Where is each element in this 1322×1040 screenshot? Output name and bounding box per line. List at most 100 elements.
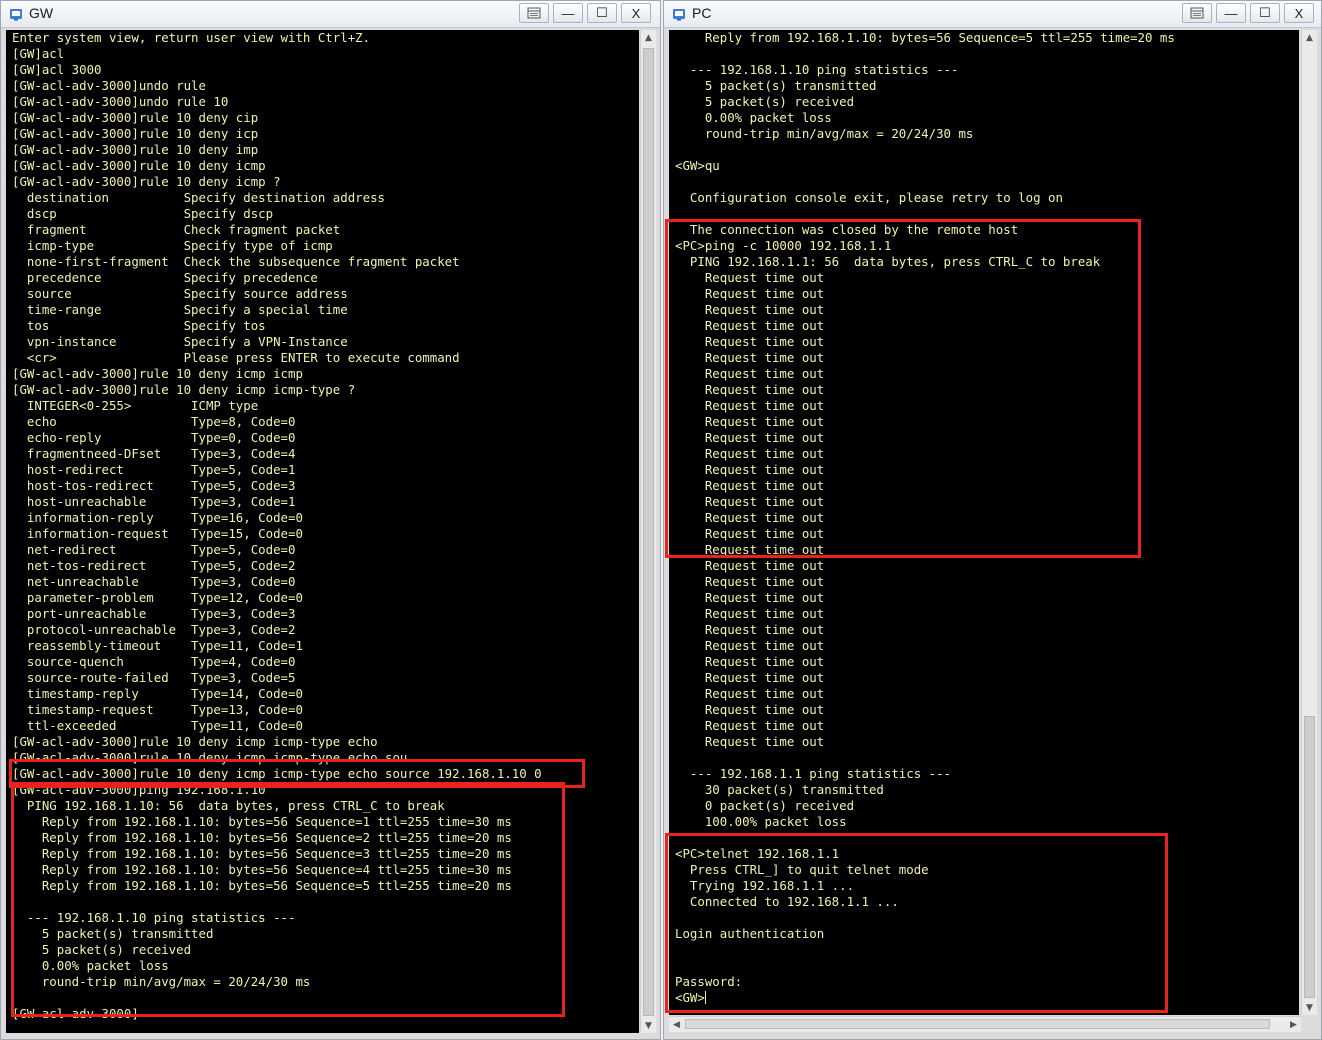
terminal-line: 5 packet(s) received [675,94,855,109]
gw-terminal-window[interactable]: GW — ☐ X Enter system view, return user … [0,0,661,1040]
gw-minimize-button[interactable]: — [553,3,583,23]
gw-titlebar[interactable]: GW — ☐ X [1,1,660,28]
app-terminal-icon [673,9,685,21]
terminal-line: Request time out [675,334,825,349]
pc-horizontal-scrollbar[interactable]: ◀ ▶ [669,1016,1301,1032]
pc-terminal-window[interactable]: PC — ☐ X Reply from 192.168.1.10: bytes=… [663,0,1322,1040]
terminal-line: 5 packet(s) transmitted [675,78,877,93]
terminal-line: Request time out [675,654,825,669]
terminal-line: [GW-acl-adv-3000]rule 10 deny icmp icmp [12,366,303,381]
terminal-line: Request time out [675,526,825,541]
terminal-line: Reply from 192.168.1.10: bytes=56 Sequen… [675,30,1175,45]
pc-maximize-button[interactable]: ☐ [1250,3,1280,23]
scroll-down-arrow-icon[interactable]: ▼ [641,1018,656,1033]
scroll-up-arrow-icon[interactable]: ▲ [1302,30,1317,45]
terminal-line: 30 packet(s) transmitted [675,782,884,797]
terminal-line: Request time out [675,478,825,493]
pc-minimize-button[interactable]: — [1216,3,1246,23]
terminal-line: INTEGER<0-255> ICMP type [12,398,259,413]
terminal-line: Password: [675,974,743,989]
terminal-line: [GW-acl-adv-3000]rule 10 deny icp [12,126,259,141]
terminal-line: 0 packet(s) received [675,798,855,813]
terminal-line: fragmentneed-DFset Type=3, Code=4 [12,446,296,461]
terminal-line: PING 192.168.1.1: 56 data bytes, press C… [675,254,1101,269]
terminal-line: <cr> Please press ENTER to execute comma… [12,350,460,365]
app-terminal-icon [10,9,22,21]
terminal-line: Request time out [675,414,825,429]
terminal-line: destination Specify destination address [12,190,385,205]
terminal-line: Configuration console exit, please retry… [675,190,1063,205]
terminal-line: [GW-acl-adv-3000]rule 10 deny icmp icmp-… [12,750,408,765]
terminal-line: [GW-acl-adv-3000]rule 10 deny cip [12,110,259,125]
terminal-line: Request time out [675,382,825,397]
terminal-line: fragment Check fragment packet [12,222,341,237]
gw-close-button[interactable]: X [621,3,651,23]
gw-vertical-scrollbar[interactable]: ▲ ▼ [640,30,656,1033]
terminal-line: timestamp-request Type=13, Code=0 [12,702,303,717]
scroll-down-arrow-icon[interactable]: ▼ [1302,1000,1317,1015]
terminal-line: vpn-instance Specify a VPN-Instance [12,334,348,349]
terminal-line: [GW-acl-adv-3000]rule 10 deny icmp icmp-… [12,382,356,397]
terminal-line: Reply from 192.168.1.10: bytes=56 Sequen… [12,846,512,861]
terminal-line: Request time out [675,670,825,685]
terminal-line: Reply from 192.168.1.10: bytes=56 Sequen… [12,830,512,845]
terminal-line: host-tos-redirect Type=5, Code=3 [12,478,296,493]
pc-window-title: PC [692,5,712,21]
terminal-line: time-range Specify a special time [12,302,348,317]
terminal-line: --- 192.168.1.1 ping statistics --- [675,766,952,781]
terminal-line: Request time out [675,702,825,717]
terminal-line: PING 192.168.1.10: 56 data bytes, press … [12,798,445,813]
terminal-line: Reply from 192.168.1.10: bytes=56 Sequen… [12,878,512,893]
gw-restore-layout-button[interactable] [519,3,549,23]
terminal-line: Request time out [675,638,825,653]
terminal-line: Request time out [675,542,825,557]
terminal-line: precedence Specify precedence [12,270,318,285]
pc-close-button[interactable]: X [1284,3,1314,23]
terminal-line: [GW]acl 3000 [12,62,102,77]
terminal-line: Request time out [675,686,825,701]
terminal-line: host-unreachable Type=3, Code=1 [12,494,296,509]
pc-terminal-output[interactable]: Reply from 192.168.1.10: bytes=56 Sequen… [669,30,1299,1015]
terminal-line: Enter system view, return user view with… [12,30,371,45]
gw-maximize-button[interactable]: ☐ [587,3,617,23]
terminal-line: [GW]acl [12,46,65,61]
terminal-line: protocol-unreachable Type=3, Code=2 [12,622,296,637]
terminal-line: Request time out [675,606,825,621]
terminal-line: Request time out [675,286,825,301]
terminal-line: Request time out [675,398,825,413]
pc-hscroll-thumb[interactable] [685,1019,1270,1029]
scroll-right-arrow-icon[interactable]: ▶ [1286,1017,1301,1032]
terminal-line: Request time out [675,350,825,365]
pc-titlebar[interactable]: PC — ☐ X [664,1,1321,28]
terminal-line: icmp-type Specify type of icmp [12,238,333,253]
terminal-line: [GW-acl-adv-3000]rule 10 deny icmp icmp-… [12,734,378,749]
terminal-line: --- 192.168.1.10 ping statistics --- [675,62,959,77]
terminal-line: <GW>qu [675,158,720,173]
terminal-line: 5 packet(s) received [12,942,192,957]
scroll-up-arrow-icon[interactable]: ▲ [641,30,656,45]
pc-restore-layout-button[interactable] [1182,3,1212,23]
terminal-line: Request time out [675,270,825,285]
terminal-line: Trying 192.168.1.1 ... [675,878,855,893]
terminal-line: Request time out [675,734,825,749]
terminal-line: 0.00% packet loss [675,110,832,125]
terminal-line: Reply from 192.168.1.10: bytes=56 Sequen… [12,862,512,877]
terminal-line: round-trip min/avg/max = 20/24/30 ms [675,126,974,141]
terminal-line: echo-reply Type=0, Code=0 [12,430,296,445]
terminal-line: ttl-exceeded Type=11, Code=0 [12,718,303,733]
gw-terminal-output[interactable]: Enter system view, return user view with… [6,30,639,1033]
terminal-line: port-unreachable Type=3, Code=3 [12,606,296,621]
terminal-line: none-first-fragment Check the subsequenc… [12,254,460,269]
window-list-icon [1190,7,1204,19]
terminal-line: dscp Specify dscp [12,206,274,221]
scroll-left-arrow-icon[interactable]: ◀ [669,1017,684,1032]
terminal-line: round-trip min/avg/max = 20/24/30 ms [12,974,311,989]
terminal-line: Request time out [675,494,825,509]
pc-scroll-thumb[interactable] [1304,716,1315,998]
gw-scroll-thumb[interactable] [643,48,654,1016]
pc-vertical-scrollbar[interactable]: ▲ ▼ [1301,30,1317,1015]
